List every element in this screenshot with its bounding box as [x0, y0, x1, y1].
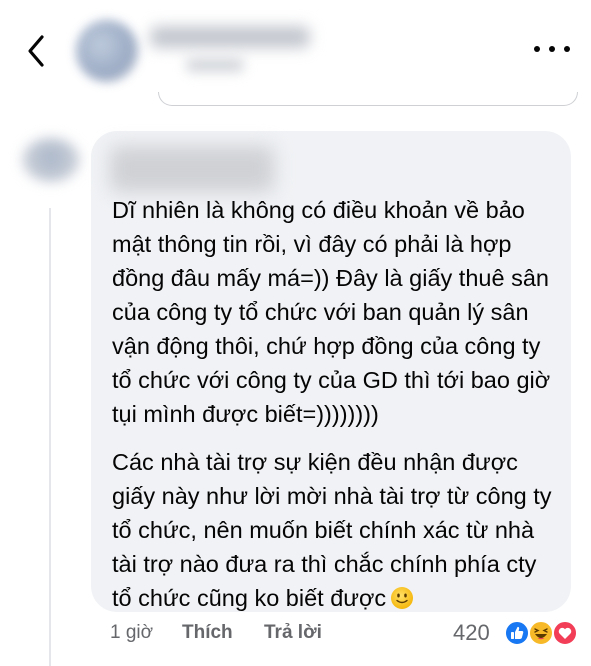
comment-actions: 1 giờ Thích Trả lời 420 [0, 618, 591, 648]
post-author-name-redacted [150, 26, 310, 48]
reply-thread-line [49, 208, 51, 666]
like-button[interactable]: Thích [182, 622, 233, 644]
slightly-smiling-face-icon [391, 587, 414, 609]
more-options-button[interactable] [534, 42, 570, 56]
more-dot [549, 46, 555, 52]
reaction-count[interactable]: 420 [453, 620, 490, 646]
back-button[interactable] [22, 33, 52, 69]
commenter-name-redacted[interactable] [110, 146, 274, 192]
post-author-avatar[interactable] [76, 20, 138, 82]
chevron-left-icon [28, 35, 44, 67]
input-box-edge [158, 92, 578, 106]
love-reaction-icon [552, 620, 578, 646]
more-dot [564, 46, 570, 52]
reaction-icons[interactable] [502, 620, 582, 646]
comment-paragraph-2: Các nhà tài trợ sự kiện đều nhận được gi… [112, 445, 562, 615]
more-dot [534, 46, 540, 52]
top-bar [0, 0, 591, 106]
reply-button[interactable]: Trả lời [264, 622, 322, 644]
post-meta-redacted [186, 58, 244, 72]
comment-timestamp[interactable]: 1 giờ [110, 622, 153, 644]
like-reaction-icon [504, 620, 530, 646]
comment-paragraph-1: Dĩ nhiên là không có điều khoản về bảo m… [112, 197, 551, 427]
comment-paragraph-2-text: Các nhà tài trợ sự kiện đều nhận được gi… [112, 449, 552, 611]
commenter-avatar[interactable] [22, 138, 80, 182]
haha-reaction-icon [528, 620, 554, 646]
